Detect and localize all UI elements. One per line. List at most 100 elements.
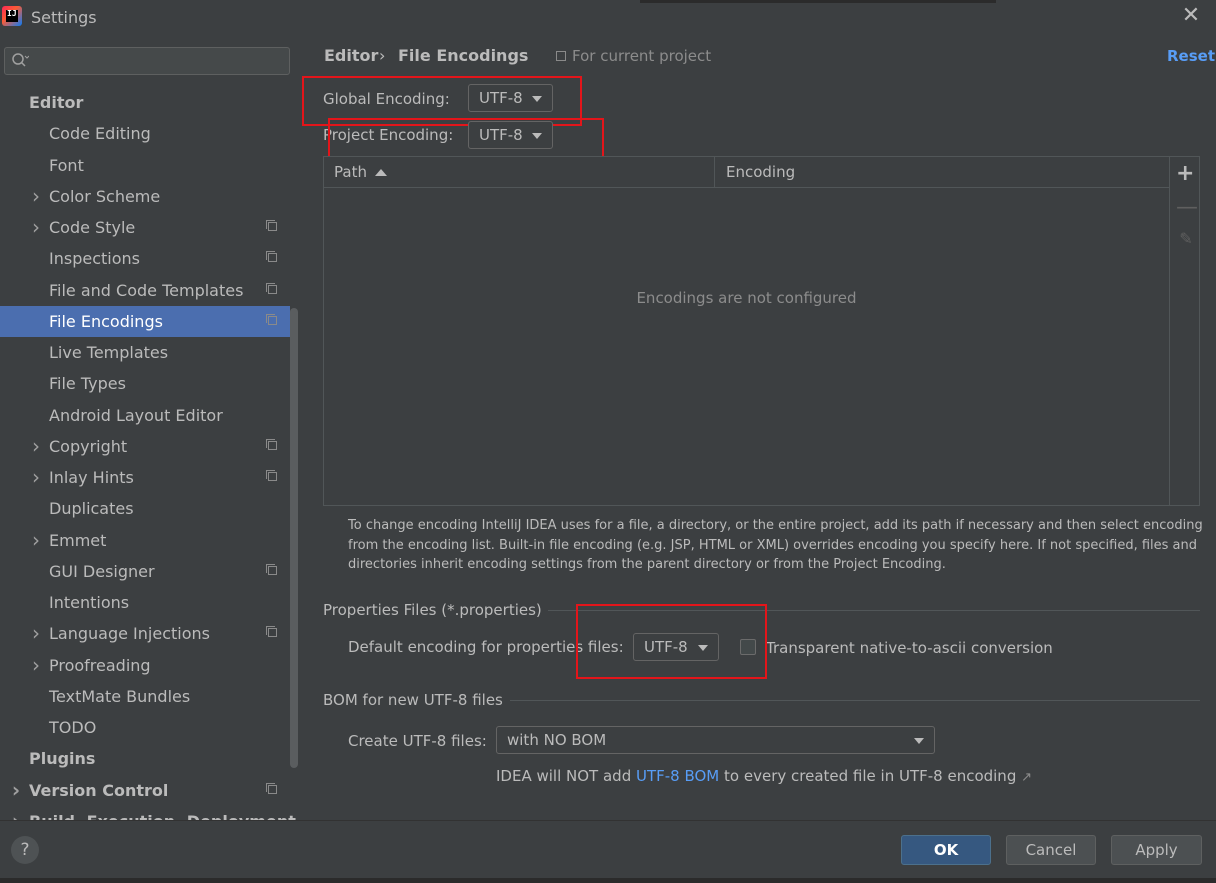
intellij-logo-icon: IJ — [2, 6, 22, 26]
breadcrumb-separator: › — [379, 46, 386, 65]
sidebar-item-emmet[interactable]: › Emmet — [0, 525, 290, 556]
sidebar-item-label: Inspections — [49, 249, 140, 269]
sidebar-item-label: Code Style — [49, 218, 136, 237]
sidebar-item-font[interactable]: Font — [0, 150, 290, 181]
sidebar-item-label: File Encodings — [49, 311, 163, 331]
sidebar-item-label: Color Scheme — [49, 186, 161, 206]
breadcrumb-editor[interactable]: Editor — [324, 46, 378, 65]
main-panel: Editor › File Encodings For current proj… — [302, 36, 1216, 820]
sidebar-item-label: GUI Designer — [49, 561, 155, 581]
project-scope-icon — [556, 51, 566, 61]
sidebar-item-plugins[interactable]: Plugins — [0, 743, 290, 774]
sidebar-item-language-injections[interactable]: › Language Injections — [0, 618, 290, 649]
column-divider[interactable] — [714, 157, 715, 187]
chevron-right-icon[interactable]: › — [31, 181, 41, 212]
section-divider — [510, 700, 1200, 701]
project-scope-icon — [266, 563, 277, 575]
chevron-right-icon[interactable]: › — [31, 650, 41, 681]
sidebar-item-editor[interactable]: Editor — [0, 87, 290, 118]
sidebar-item-live-templates[interactable]: Live Templates — [0, 337, 290, 368]
sidebar-item-android-layout-editor[interactable]: Android Layout Editor — [0, 400, 290, 431]
sidebar-item-label: Version Control — [29, 780, 169, 800]
search-input[interactable] — [4, 47, 290, 75]
sidebar-item-label: Editor — [29, 93, 84, 112]
remove-icon[interactable]: — — [1176, 195, 1198, 220]
sidebar-item-inspections[interactable]: Inspections — [0, 243, 290, 274]
sidebar-item-label: Inlay Hints — [49, 468, 134, 487]
sidebar-item-copyright[interactable]: › Copyright — [0, 431, 290, 462]
sidebar-item-duplicates[interactable]: Duplicates — [0, 493, 290, 524]
bottom-strip — [0, 878, 1216, 883]
external-link-icon[interactable]: ↗ — [1021, 770, 1032, 785]
help-button[interactable]: ? — [11, 836, 39, 864]
settings-sidebar: Editor Code Editing Font › Color Scheme › Code… — [0, 36, 302, 820]
cancel-button[interactable]: Cancel — [1006, 835, 1096, 865]
sidebar-item-proofreading[interactable]: › Proofreading — [0, 650, 290, 681]
chevron-right-icon[interactable]: › — [31, 212, 41, 243]
window-title: Settings — [31, 8, 97, 27]
bom-section-title: BOM for new UTF-8 files — [323, 691, 503, 709]
column-header-encoding[interactable]: Encoding — [726, 163, 795, 181]
chevron-right-icon[interactable]: › — [31, 525, 41, 556]
table-toolbar: + — ✎ — [1169, 157, 1200, 505]
sidebar-item-intentions[interactable]: Intentions — [0, 587, 290, 618]
edit-icon[interactable]: ✎ — [1177, 229, 1195, 248]
sidebar-item-label: File and Code Templates — [49, 280, 244, 300]
transparent-conversion-label[interactable]: Transparent native-to-ascii conversion — [766, 639, 1053, 657]
project-scope-icon — [266, 626, 277, 638]
encodings-table[interactable]: Path Encoding Encodings are not configur… — [323, 156, 1200, 506]
bom-note-prefix: IDEA will NOT add — [496, 767, 636, 785]
bom-select-value: with NO BOM — [507, 731, 607, 749]
title-bar: IJ Settings ✕ — [0, 0, 1216, 36]
project-scope-icon — [266, 782, 277, 794]
sidebar-item-file-encodings[interactable]: File Encodings — [0, 305, 290, 337]
project-scope-icon — [266, 251, 277, 263]
add-icon[interactable]: + — [1176, 161, 1194, 186]
chevron-right-icon[interactable]: › — [31, 618, 41, 649]
chevron-right-icon[interactable]: › — [31, 431, 41, 462]
title-bar-band — [640, 0, 996, 3]
sidebar-item-label: Emmet — [49, 530, 107, 550]
sidebar-item-label: TextMate Bundles — [49, 686, 191, 706]
chevron-right-icon[interactable]: › — [11, 775, 21, 806]
sidebar-item-label: Duplicates — [49, 499, 134, 519]
breadcrumb-current: File Encodings — [398, 46, 529, 65]
close-icon[interactable]: ✕ — [1180, 5, 1202, 28]
project-scope-icon — [266, 220, 277, 231]
project-scope-icon — [266, 313, 277, 325]
sidebar-item-textmate-bundles[interactable]: TextMate Bundles — [0, 681, 290, 712]
column-header-path[interactable]: Path — [334, 163, 367, 181]
sidebar-item-gui-designer[interactable]: GUI Designer — [0, 556, 290, 587]
sidebar-item-label: Proofreading — [49, 655, 151, 675]
sidebar-item-todo[interactable]: TODO — [0, 712, 290, 743]
chevron-right-icon[interactable]: › — [11, 806, 21, 820]
sidebar-item-file-and-code-templates[interactable]: File and Code Templates — [0, 275, 290, 306]
sidebar-item-file-types[interactable]: File Types — [0, 368, 290, 399]
sidebar-item-label: Live Templates — [49, 343, 169, 362]
sidebar-scrollbar[interactable] — [290, 308, 298, 768]
reset-link[interactable]: Reset — [1167, 47, 1215, 65]
sidebar-item-inlay-hints[interactable]: › Inlay Hints — [0, 462, 290, 493]
sort-ascending-icon — [375, 169, 387, 176]
ok-button[interactable]: OK — [901, 835, 991, 865]
bom-note: IDEA will NOT add UTF-8 BOM to every cre… — [496, 767, 1032, 785]
apply-button[interactable]: Apply — [1111, 835, 1202, 865]
sidebar-item-code-editing[interactable]: Code Editing — [0, 118, 290, 149]
sidebar-item-label: Language Injections — [49, 624, 210, 644]
chevron-down-icon — [914, 738, 924, 744]
sidebar-item-version-control[interactable]: › Version Control — [0, 775, 290, 806]
sidebar-item-color-scheme[interactable]: › Color Scheme — [0, 181, 290, 212]
sidebar-item-label: Font — [49, 155, 84, 175]
breadcrumb-scope: For current project — [572, 47, 712, 65]
sidebar-item-label: Android Layout Editor — [49, 405, 223, 425]
search-icon — [12, 53, 29, 67]
utf8-bom-link[interactable]: UTF-8 BOM — [636, 767, 719, 785]
sidebar-item-build-execution-deployment[interactable]: › Build, Execution, Deployment — [0, 806, 296, 820]
chevron-right-icon[interactable]: › — [31, 462, 41, 493]
bom-select[interactable]: with NO BOM — [496, 726, 935, 754]
properties-section-title: Properties Files (*.properties) — [323, 601, 542, 619]
highlight-box-properties — [576, 604, 767, 679]
sidebar-item-code-style[interactable]: › Code Style — [0, 212, 290, 243]
sidebar-item-label: TODO — [49, 718, 97, 737]
sidebar-item-label: Plugins — [29, 749, 96, 769]
